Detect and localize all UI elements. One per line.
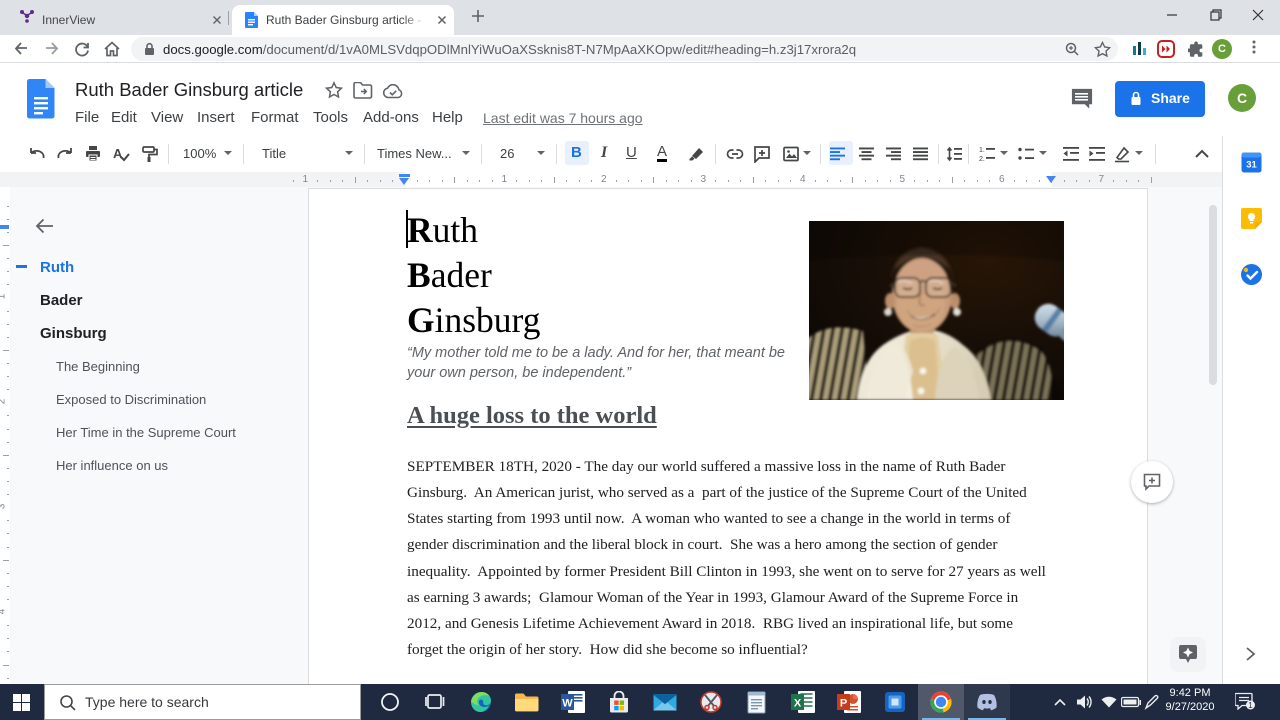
svg-text:X: X: [794, 698, 802, 710]
svg-text:31: 31: [1246, 160, 1257, 171]
svg-text:W: W: [562, 698, 573, 710]
svg-text:1: 1: [1248, 701, 1253, 710]
svg-text:P: P: [840, 698, 847, 710]
svg-text:1.: 1.: [979, 147, 985, 154]
svg-text:2.: 2.: [979, 156, 985, 163]
